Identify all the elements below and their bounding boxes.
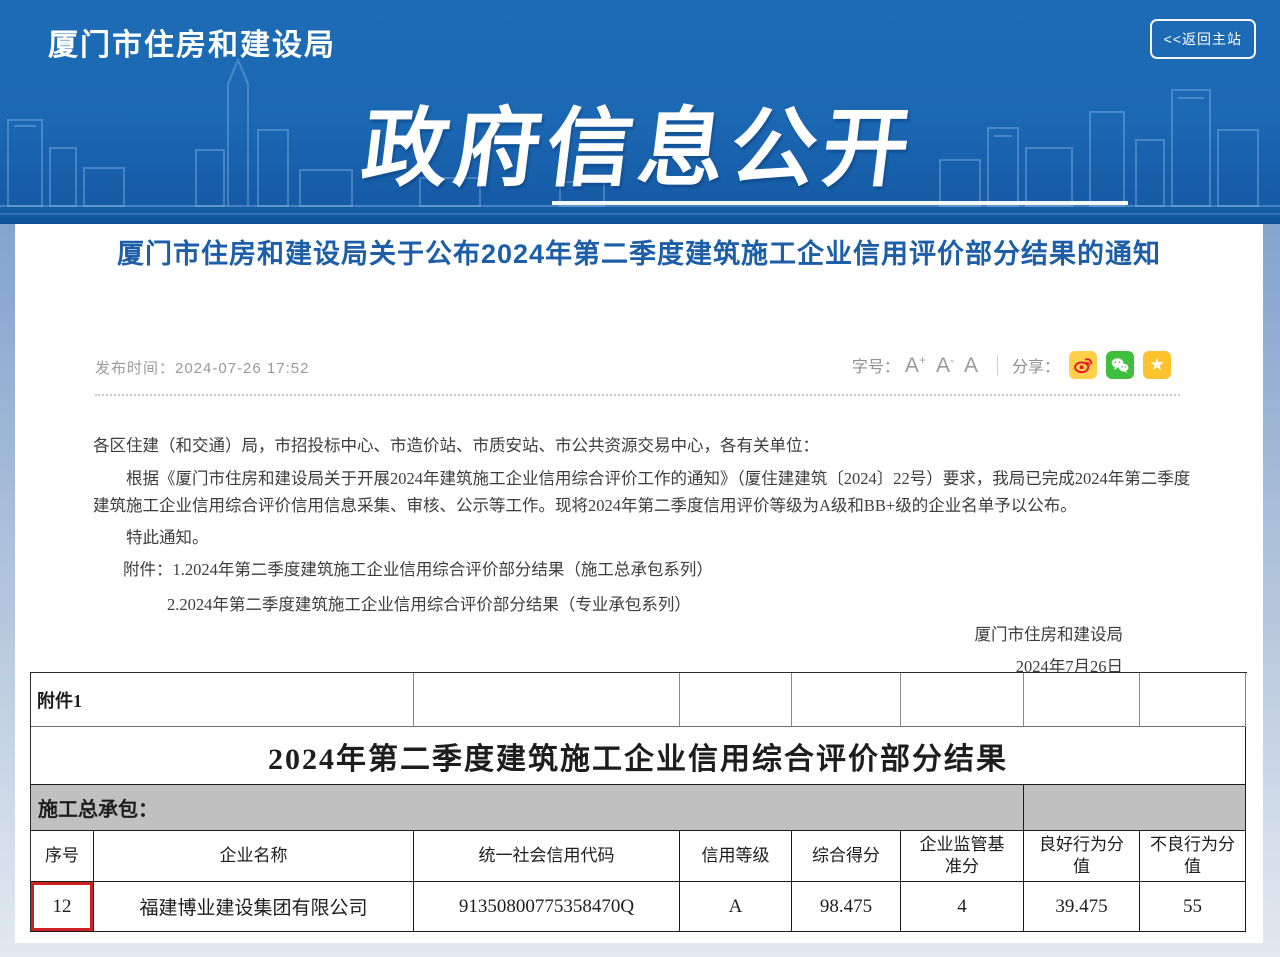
section-label-cell: 施工总承包： bbox=[31, 785, 1024, 831]
page: 厦门市住房和建设局 <<返回主站 政府信息公开 厦门市住房和建设局关于公布202… bbox=[0, 0, 1280, 957]
column-header-score: 综合得分 bbox=[792, 831, 901, 882]
spreadsheet-empty-cell bbox=[901, 673, 1024, 727]
body-paragraph: 根据《厦门市住房和建设局关于开展2024年建筑施工企业信用综合评价工作的通知》（… bbox=[93, 465, 1191, 519]
table-cell-credit-code: 91350800775358470Q bbox=[414, 882, 680, 932]
attachment-line-1: 附件：1.2024年第二季度建筑施工企业信用综合评价部分结果（施工总承包系列） bbox=[123, 556, 713, 580]
article-title: 厦门市住房和建设局关于公布2024年第二季度建筑施工企业信用评价部分结果的通知 bbox=[15, 232, 1263, 276]
attachment-line-2: 2.2024年第二季度建筑施工企业信用综合评价部分结果（专业承包系列） bbox=[167, 591, 691, 615]
font-larger-button[interactable]: A+ bbox=[905, 353, 926, 378]
page-title: 政府信息公开 bbox=[0, 78, 1280, 203]
weibo-icon[interactable] bbox=[1069, 351, 1097, 379]
credit-evaluation-table: 附件1 2024年第二季度建筑施工企业信用综合评价部分结果 施工总承包： 序号 … bbox=[30, 672, 1247, 932]
column-header-credit-code: 统一社会信用代码 bbox=[414, 831, 680, 882]
title-underline bbox=[552, 201, 1128, 205]
annex-label-cell: 附件1 bbox=[31, 673, 414, 727]
font-smaller-button[interactable]: A- bbox=[936, 353, 954, 378]
publish-time: 发布时间：2024-07-26 17:52 bbox=[95, 357, 309, 378]
site-name: 厦门市住房和建设局 bbox=[48, 20, 336, 64]
wechat-icon[interactable] bbox=[1106, 351, 1134, 379]
government-banner: 厦门市住房和建设局 <<返回主站 政府信息公开 bbox=[0, 0, 1280, 224]
table-cell-grade: A bbox=[680, 882, 792, 932]
share-label: 分享： bbox=[1012, 353, 1060, 377]
column-header-index: 序号 bbox=[31, 831, 94, 882]
back-to-main-site-button[interactable]: <<返回主站 bbox=[1150, 19, 1256, 59]
table-cell-score: 98.475 bbox=[792, 882, 901, 932]
article-panel: 厦门市住房和建设局关于公布2024年第二季度建筑施工企业信用评价部分结果的通知 … bbox=[15, 224, 1263, 943]
spreadsheet-empty-cell bbox=[1140, 673, 1246, 727]
table-cell-bad-score: 55 bbox=[1140, 882, 1246, 932]
table-cell-base-score: 4 bbox=[901, 882, 1024, 932]
font-normal-button[interactable]: A bbox=[964, 353, 978, 378]
signature-agency: 厦门市住房和建设局 bbox=[975, 621, 1124, 645]
font-size-label: 字号： bbox=[852, 353, 900, 377]
table-cell-company: 福建博业建设集团有限公司 bbox=[94, 882, 414, 932]
column-header-good-score: 良好行为分 值 bbox=[1024, 831, 1140, 882]
meta-divider bbox=[997, 355, 998, 375]
table-cell-good-score: 39.475 bbox=[1024, 882, 1140, 932]
favorite-star-icon[interactable]: ★ bbox=[1143, 351, 1171, 379]
column-header-grade: 信用等级 bbox=[680, 831, 792, 882]
column-header-bad-score: 不良行为分 值 bbox=[1140, 831, 1246, 882]
column-header-company: 企业名称 bbox=[94, 831, 414, 882]
meta-toolbar: 字号： A+ A- A 分享： bbox=[852, 350, 1171, 380]
table-cell-index-highlighted: 12 bbox=[31, 882, 94, 932]
table-title: 2024年第二季度建筑施工企业信用综合评价部分结果 bbox=[31, 727, 1246, 785]
spreadsheet-empty-cell bbox=[680, 673, 792, 727]
closing-line: 特此通知。 bbox=[93, 524, 209, 548]
section-empty-cell bbox=[1024, 785, 1246, 831]
dotted-divider bbox=[95, 394, 1180, 396]
salutation: 各区住建（和交通）局，市招投标中心、市造价站、市质安站、市公共资源交易中心，各有… bbox=[93, 432, 1193, 456]
spreadsheet-empty-cell bbox=[1024, 673, 1140, 727]
spreadsheet-empty-cell bbox=[414, 673, 680, 727]
column-header-base-score: 企业监管基 准分 bbox=[901, 831, 1024, 882]
spreadsheet-empty-cell bbox=[792, 673, 901, 727]
